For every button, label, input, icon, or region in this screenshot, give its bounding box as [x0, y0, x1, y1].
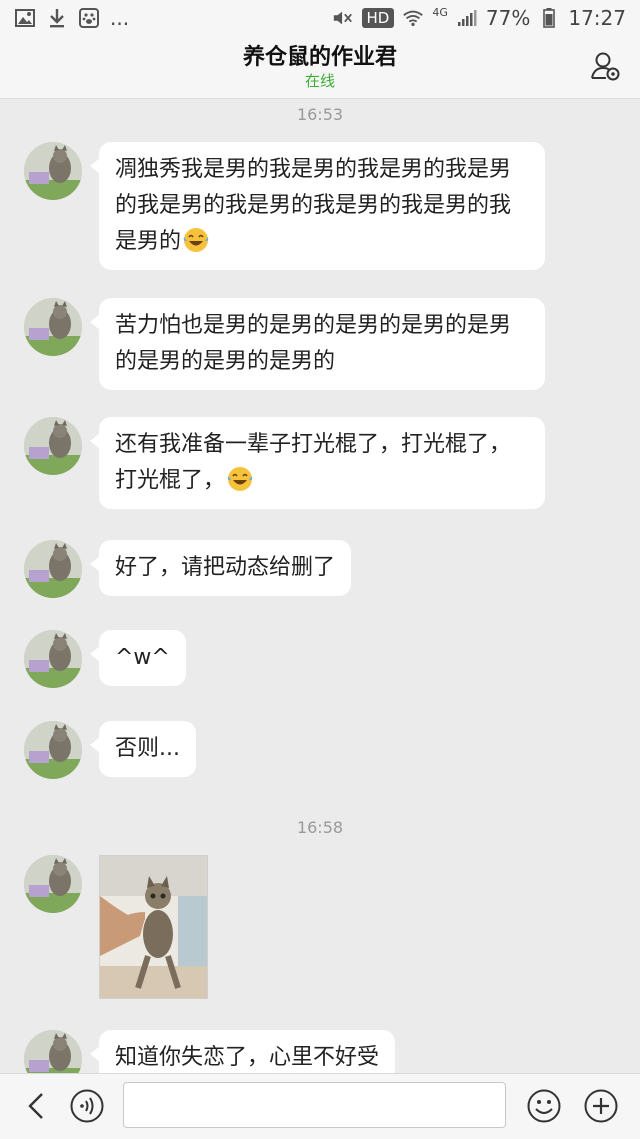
message-text: 否则...: [115, 736, 180, 761]
message-row: 好了，请把动态给删了: [24, 540, 352, 598]
avatar[interactable]: [24, 142, 82, 200]
image-message[interactable]: [99, 855, 208, 999]
back-icon[interactable]: [22, 1091, 52, 1121]
chat-area[interactable]: 16:53 凋独秀我是男的我是男的我是男的我是男的我是男的我是男的我是男的我是男…: [0, 99, 640, 1073]
status-bar: ... HD 4G 77% 17:27: [0, 0, 640, 36]
emoji-icon[interactable]: [527, 1089, 561, 1123]
paw-icon: [78, 7, 100, 29]
message-text: 还有我准备一辈子打光棍了，打光棍了，打光棍了，: [115, 432, 512, 493]
mute-icon: [332, 7, 354, 29]
clock: 17:27: [568, 6, 626, 30]
message-text: 苦力怕也是男的是男的是男的是男的是男的是男的是男的是男的: [115, 313, 512, 374]
profile-settings-icon[interactable]: [590, 50, 622, 82]
message-row: [24, 855, 208, 999]
message-text: ^w^: [115, 645, 170, 670]
message-text: 好了，请把动态给删了: [115, 555, 336, 580]
timestamp: 16:53: [296, 105, 344, 124]
message-bubble[interactable]: 凋独秀我是男的我是男的我是男的我是男的我是男的我是男的我是男的我是男的我是男的: [90, 142, 545, 270]
message-bubble[interactable]: 还有我准备一辈子打光棍了，打光棍了，打光棍了，: [90, 417, 545, 509]
timestamp: 16:58: [296, 818, 344, 837]
message-text: 知道你失恋了，心里不好受: [115, 1045, 380, 1070]
image-icon: [14, 7, 36, 29]
message-bubble[interactable]: ^w^: [90, 630, 186, 686]
battery-icon: [538, 7, 560, 29]
avatar[interactable]: [24, 298, 82, 356]
message-bubble[interactable]: 苦力怕也是男的是男的是男的是男的是男的是男的是男的是男的: [90, 298, 545, 390]
message-text: 凋独秀我是男的我是男的我是男的我是男的我是男的我是男的我是男的我是男的我是男的: [115, 157, 512, 254]
message-bubble[interactable]: 否则...: [90, 721, 196, 777]
signal-icon: [456, 7, 478, 29]
message-row: 还有我准备一辈子打光棍了，打光棍了，打光棍了，: [24, 417, 545, 509]
battery-percent: 77%: [485, 6, 531, 30]
message-row: 知道你失恋了，心里不好受: [24, 1030, 396, 1073]
voice-icon[interactable]: [70, 1089, 104, 1123]
message-row: 凋独秀我是男的我是男的我是男的我是男的我是男的我是男的我是男的我是男的我是男的: [24, 142, 545, 270]
download-icon: [46, 7, 68, 29]
message-row: ^w^: [24, 630, 186, 688]
avatar[interactable]: [24, 630, 82, 688]
laughing-tears-emoji: [183, 227, 209, 253]
input-bar: [0, 1073, 640, 1139]
avatar[interactable]: [24, 540, 82, 598]
more-notifications: ...: [110, 6, 130, 30]
network-type: 4G: [432, 5, 448, 19]
contact-name: 养仓鼠的作业君: [242, 45, 397, 70]
message-bubble[interactable]: 好了，请把动态给删了: [89, 540, 352, 596]
avatar[interactable]: [24, 721, 82, 779]
online-status: 在线: [304, 72, 335, 90]
laughing-tears-emoji: [227, 466, 253, 492]
avatar[interactable]: [24, 1030, 82, 1073]
avatar[interactable]: [24, 417, 82, 475]
hd-badge: HD: [361, 8, 395, 28]
chat-header: 养仓鼠的作业君 在线: [0, 36, 640, 99]
message-bubble[interactable]: 知道你失恋了，心里不好受: [89, 1030, 396, 1073]
message-row: 苦力怕也是男的是男的是男的是男的是男的是男的是男的是男的: [24, 298, 545, 390]
wifi-icon: [402, 7, 424, 29]
message-input[interactable]: [123, 1082, 506, 1128]
plus-icon[interactable]: [584, 1089, 618, 1123]
avatar[interactable]: [24, 855, 82, 913]
message-row: 否则...: [24, 721, 196, 779]
